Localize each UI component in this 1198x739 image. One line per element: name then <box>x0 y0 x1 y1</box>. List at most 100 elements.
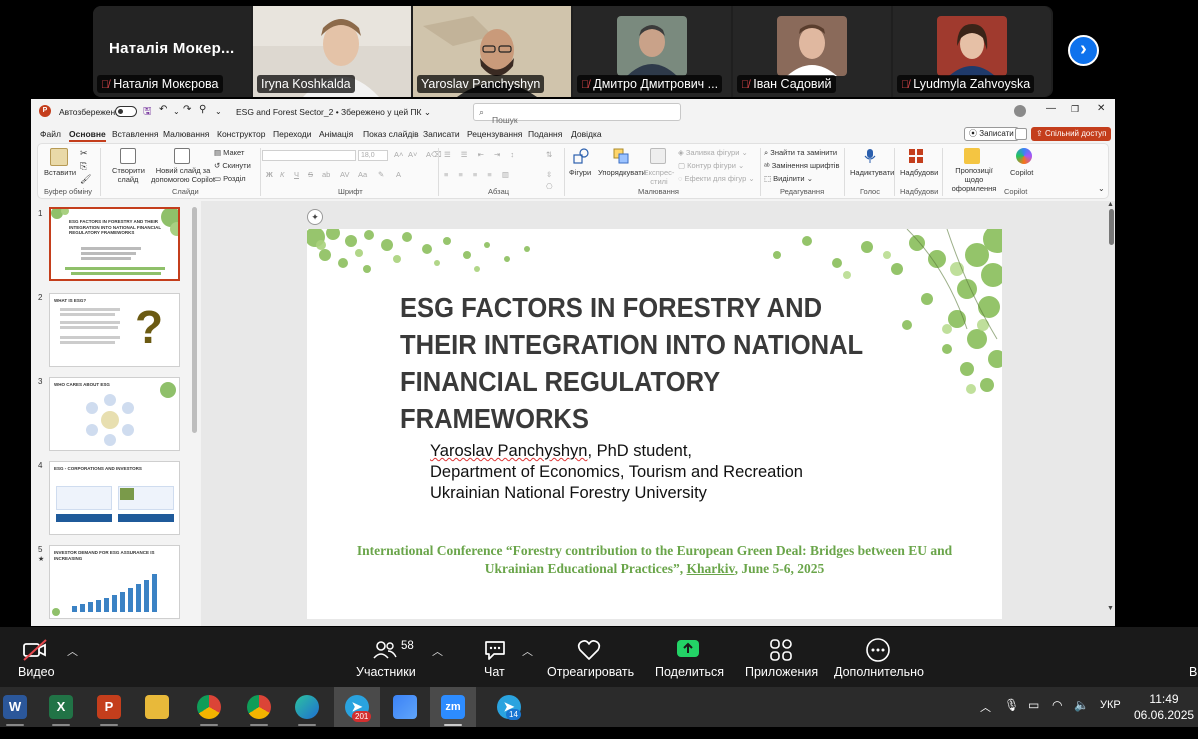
shape-effects-button[interactable]: ◌ Ефекти для фігур ⌄ <box>678 174 755 183</box>
section-button[interactable]: ▭ Розділ <box>214 174 246 183</box>
slide-editor[interactable]: ✦ ▲ ▼ ESG FACTORS IN FORESTRY AND THEIR … <box>201 201 1115 626</box>
spacing-icon[interactable]: AV <box>340 170 349 179</box>
tab-transitions[interactable]: Переходи <box>273 129 312 139</box>
slide-thumbnail[interactable]: WHO CARES ABOUT ESG <box>49 377 180 451</box>
presenter-icon[interactable]: ⚲ <box>199 104 206 115</box>
dictate-label[interactable]: Надиктувати <box>850 168 894 177</box>
clear-format-icon[interactable]: A⌫ <box>426 150 442 159</box>
chat-icon[interactable] <box>482 637 508 663</box>
tab-record[interactable]: Записати <box>423 129 460 139</box>
apps-button-label[interactable]: Приложения <box>745 665 818 679</box>
grow-font-icon[interactable]: A˄ <box>394 150 403 159</box>
participant-tile-namecard[interactable]: Наталія Мокер... 🎙̸ Наталія Мокєрова <box>93 6 251 97</box>
shapes-icon[interactable] <box>573 148 589 164</box>
design-ideas-label[interactable]: Пропозиції щодо оформлення <box>946 166 1002 193</box>
strikethrough-icon[interactable]: S <box>308 170 313 179</box>
tab-design[interactable]: Конструктор <box>217 129 265 139</box>
battery-icon[interactable]: ▭ <box>1028 698 1039 738</box>
undo-icon[interactable]: ↶ <box>159 104 167 115</box>
reset-button[interactable]: ↺ Скинути <box>214 161 251 170</box>
shadow-icon[interactable]: ab <box>322 170 330 179</box>
microphone-icon[interactable] <box>862 148 878 164</box>
chat-options-caret[interactable]: ︿ <box>522 643 533 659</box>
save-icon[interactable]: 🖫 <box>143 104 152 121</box>
more-icon[interactable] <box>865 637 891 663</box>
participant-tile[interactable]: 🎙̸ Дмитро Дмитрович ... <box>573 6 731 97</box>
more-button-label[interactable]: Дополнительно <box>834 665 924 679</box>
addins-label[interactable]: Надбудови <box>900 168 938 177</box>
volume-icon[interactable]: 🔈 <box>1074 698 1089 738</box>
highlight-icon[interactable]: ✎ <box>378 170 384 179</box>
shape-outline-button[interactable]: ▢ Контур фігури ⌄ <box>678 161 744 170</box>
shrink-font-icon[interactable]: A˅ <box>408 150 417 159</box>
video-options-caret[interactable]: ︿ <box>67 643 78 659</box>
participant-tile[interactable]: 🎙̸ Lyudmyla Zahvoyska <box>893 6 1051 97</box>
paste-icon[interactable] <box>50 148 68 166</box>
record-button[interactable]: ⦿ Записати <box>964 127 1019 141</box>
restore-icon[interactable]: ❐ <box>1071 104 1079 115</box>
scroll-down-icon[interactable]: ▼ <box>1107 605 1114 612</box>
tray-overflow-icon[interactable]: ︿ <box>980 699 991 739</box>
tab-insert[interactable]: Вставлення <box>112 129 158 139</box>
taskbar-chrome[interactable] <box>186 687 232 727</box>
heart-icon[interactable] <box>576 637 602 663</box>
language-indicator[interactable]: УКР <box>1100 699 1121 739</box>
tab-view[interactable]: Подання <box>528 129 562 139</box>
copilot-inline-icon[interactable]: ✦ <box>307 209 323 225</box>
quick-styles-icon[interactable] <box>650 148 666 164</box>
wifi-icon[interactable]: ◠ <box>1052 698 1062 738</box>
shape-fill-button[interactable]: ◈ Заливка фігури ⌄ <box>678 148 748 157</box>
tab-review[interactable]: Рецензування <box>467 129 522 139</box>
font-family-select[interactable] <box>262 150 356 161</box>
shapes-label[interactable]: Фігури <box>569 168 591 177</box>
copilot-slide-icon[interactable] <box>174 148 190 164</box>
slide-thumbnail[interactable]: WHAT IS ESG? ? <box>49 293 180 367</box>
arrange-icon[interactable] <box>613 148 629 164</box>
video-off-icon[interactable] <box>22 637 48 663</box>
slide-author-block[interactable]: Yaroslav Panchyshyn, PhD student, Depart… <box>430 441 803 504</box>
font-color-icon[interactable]: A <box>396 170 401 179</box>
participants-options-caret[interactable]: ︿ <box>432 643 443 659</box>
copilot-icon[interactable] <box>1016 148 1032 164</box>
tab-file[interactable]: Файл <box>40 129 61 139</box>
participant-tile-active-speaker[interactable]: Yaroslav Panchyshyn <box>413 6 571 97</box>
react-button-label[interactable]: Отреагировать <box>547 665 634 679</box>
participants-button-label[interactable]: Участники <box>356 665 416 679</box>
taskbar-telegram[interactable]: ➤ 201 <box>334 687 380 727</box>
underline-icon[interactable]: Ч <box>294 170 299 179</box>
bold-icon[interactable]: Ж <box>266 170 273 179</box>
new-slide-icon[interactable] <box>120 148 136 164</box>
design-ideas-icon[interactable] <box>964 148 980 164</box>
taskbar-photos[interactable] <box>382 687 428 727</box>
new-slide-label[interactable]: Створити слайд <box>112 166 145 184</box>
arrange-label[interactable]: Упорядкувати <box>598 168 646 177</box>
cut-icon[interactable]: ✂ <box>80 148 88 159</box>
autosave-toggle[interactable] <box>115 106 137 117</box>
apps-icon[interactable] <box>768 637 794 663</box>
text-direction-icon[interactable]: ⇅ <box>546 150 552 159</box>
share-button[interactable]: ⇪ Спільний доступ <box>1031 127 1112 141</box>
slide-canvas[interactable]: ESG FACTORS IN FORESTRY AND THEIR INTEGR… <box>307 229 1002 619</box>
document-title[interactable]: ESG and Forest Sector_2 • Збережено у це… <box>236 107 431 118</box>
slide-thumbnail[interactable]: ESG FACTORS IN FORESTRY AND THEIR INTEGR… <box>49 207 180 281</box>
case-icon[interactable]: Aa <box>358 170 367 179</box>
customize-toolbar-icon[interactable]: ⌄ <box>215 107 222 116</box>
clock[interactable]: 11:49 06.06.2025 <box>1134 691 1194 723</box>
tab-draw[interactable]: Малювання <box>163 129 209 139</box>
close-icon[interactable]: ✕ <box>1097 103 1105 114</box>
taskbar-telegram-2[interactable]: ➤ 14 <box>486 687 532 727</box>
taskbar-powerpoint[interactable]: P <box>86 687 132 727</box>
slide-thumbnail[interactable]: INVESTOR DEMAND FOR ESG ASSURANCE IS INC… <box>49 545 180 619</box>
comments-icon[interactable] <box>1015 128 1027 140</box>
next-page-button[interactable]: › <box>1068 35 1099 66</box>
find-replace-button[interactable]: ⌕ Знайти та замінити <box>764 148 837 158</box>
share-screen-icon[interactable] <box>675 637 701 663</box>
align-text-icon[interactable]: ⇳ <box>546 170 552 179</box>
participant-tile[interactable]: 🎙̸ Іван Садовий <box>733 6 891 97</box>
chat-button-label[interactable]: Чат <box>484 665 505 679</box>
tab-animations[interactable]: Анімація <box>319 129 353 139</box>
quick-styles-label[interactable]: Експрес-стилі <box>642 168 676 186</box>
select-button[interactable]: ⬚ Виділити ⌄ <box>764 174 813 183</box>
replace-fonts-button[interactable]: ᵃᵇ Замінення шрифтів <box>764 161 839 170</box>
taskbar-edge[interactable] <box>284 687 330 727</box>
